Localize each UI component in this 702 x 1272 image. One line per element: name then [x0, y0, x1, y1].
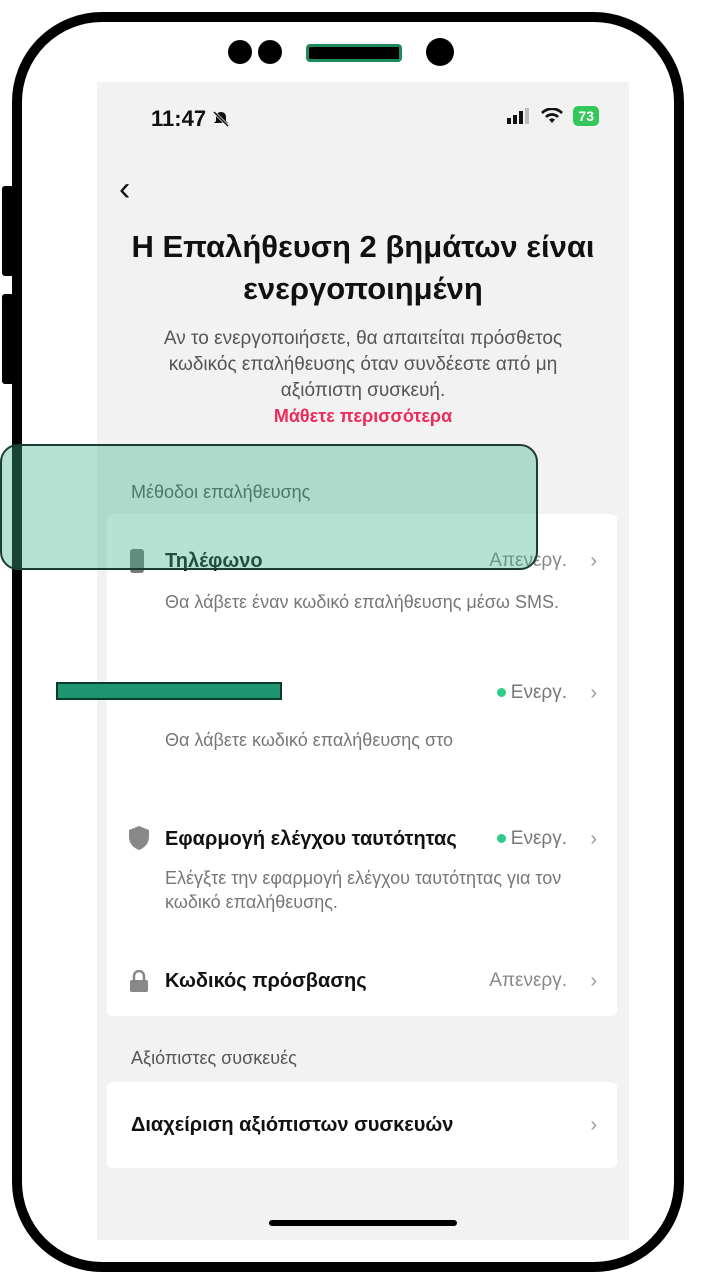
battery-indicator: 73: [573, 106, 599, 126]
chevron-right-icon: ›: [590, 1114, 597, 1136]
volume-down-button: [2, 294, 14, 384]
shield-icon: [129, 826, 149, 850]
sensor-dot: [258, 40, 282, 64]
chevron-right-icon: ›: [590, 970, 597, 992]
method-title: Εφαρμογή ελέγχου ταυτότητας: [165, 828, 457, 850]
wifi-icon: [541, 108, 564, 123]
devices-section-label: Αξιόπιστες συσκευές: [131, 1048, 297, 1068]
active-dot: [496, 688, 506, 698]
method-description: Θα λάβετε έναν κωδικό επαλήθευσης μέσω S…: [165, 592, 559, 612]
method-title: Κωδικός πρόσβασης: [165, 970, 367, 992]
manage-trusted-devices-row[interactable]: Διαχείριση αξιόπιστων συσκευών ›: [107, 1082, 617, 1168]
phone-method-highlight: [0, 444, 538, 570]
camera-dot: [228, 40, 252, 64]
method-description: Θα λάβετε κωδικό επαλήθευσης στο: [165, 730, 453, 750]
method-description: Ελέγξτε την εφαρμογή ελέγχου ταυτότητας …: [165, 868, 562, 912]
learn-more-link[interactable]: Μάθετε περισσότερα: [157, 406, 569, 427]
manage-trusted-devices-label: Διαχείριση αξιόπιστων συσκευών: [131, 1114, 454, 1136]
phone-screen: 11:47 73 ‹ Η Επαλήθευση 2 βημάτων είναι …: [97, 82, 629, 1240]
home-indicator: [269, 1220, 457, 1226]
volume-up-button: [2, 186, 14, 276]
speaker-grille: [306, 44, 402, 62]
devices-card: Διαχείριση αξιόπιστων συσκευών ›: [107, 1082, 617, 1168]
status-time: 11:47: [151, 106, 230, 132]
status-indicators: 73: [507, 106, 599, 126]
method-status: Ενεργ.: [496, 828, 567, 850]
methods-card: Τηλέφωνο Απενεργ. › Θα λάβετε έναν κωδικ…: [107, 514, 617, 1016]
lock-icon: [130, 970, 148, 992]
bell-slash-icon: [213, 110, 230, 128]
back-button[interactable]: ‹: [119, 172, 130, 206]
front-camera: [426, 38, 454, 66]
chevron-right-icon: ›: [590, 550, 597, 572]
method-status: Απενεργ.: [489, 970, 567, 991]
method-row-email[interactable]: Email Ενεργ. › Θα λάβετε κωδικό επαλήθευ…: [107, 664, 617, 774]
chevron-right-icon: ›: [590, 682, 597, 704]
chevron-right-icon: ›: [590, 828, 597, 850]
method-status: Ενεργ.: [496, 682, 567, 704]
page-title: Η Επαλήθευση 2 βημάτων είναι ενεργοποιημ…: [131, 229, 595, 306]
signal-icon: [507, 108, 530, 124]
active-dot: [496, 834, 506, 844]
redacted-email-address: [56, 682, 282, 700]
method-row-password[interactable]: Κωδικός πρόσβασης Απενεργ. ›: [107, 934, 617, 1014]
method-row-authenticator[interactable]: Εφαρμογή ελέγχου ταυτότητας Ενεργ. › Ελέ…: [107, 784, 617, 934]
page-description: Αν το ενεργοποιήσετε, θα απαιτείται πρόσ…: [163, 328, 563, 401]
